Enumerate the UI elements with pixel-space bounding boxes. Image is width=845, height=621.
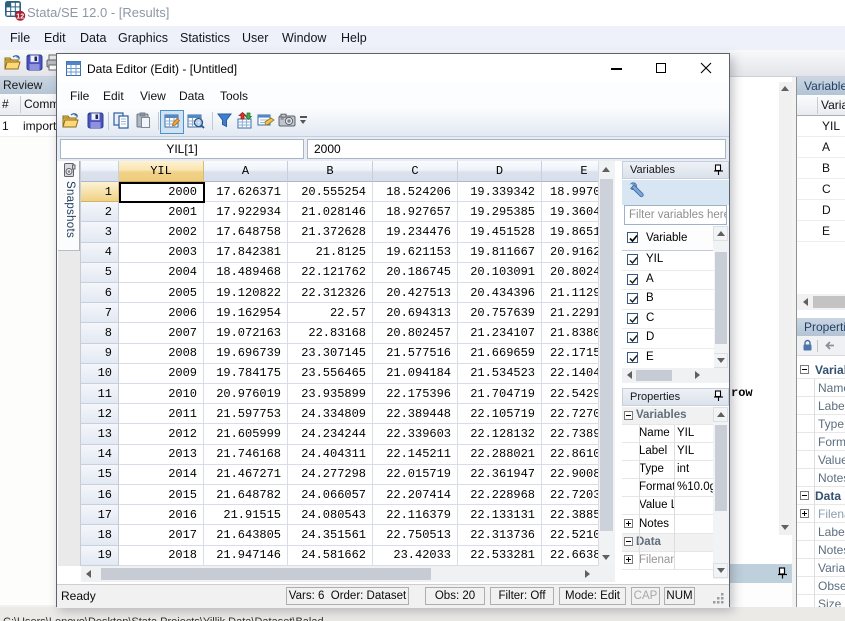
svg-text:12: 12: [16, 13, 24, 20]
